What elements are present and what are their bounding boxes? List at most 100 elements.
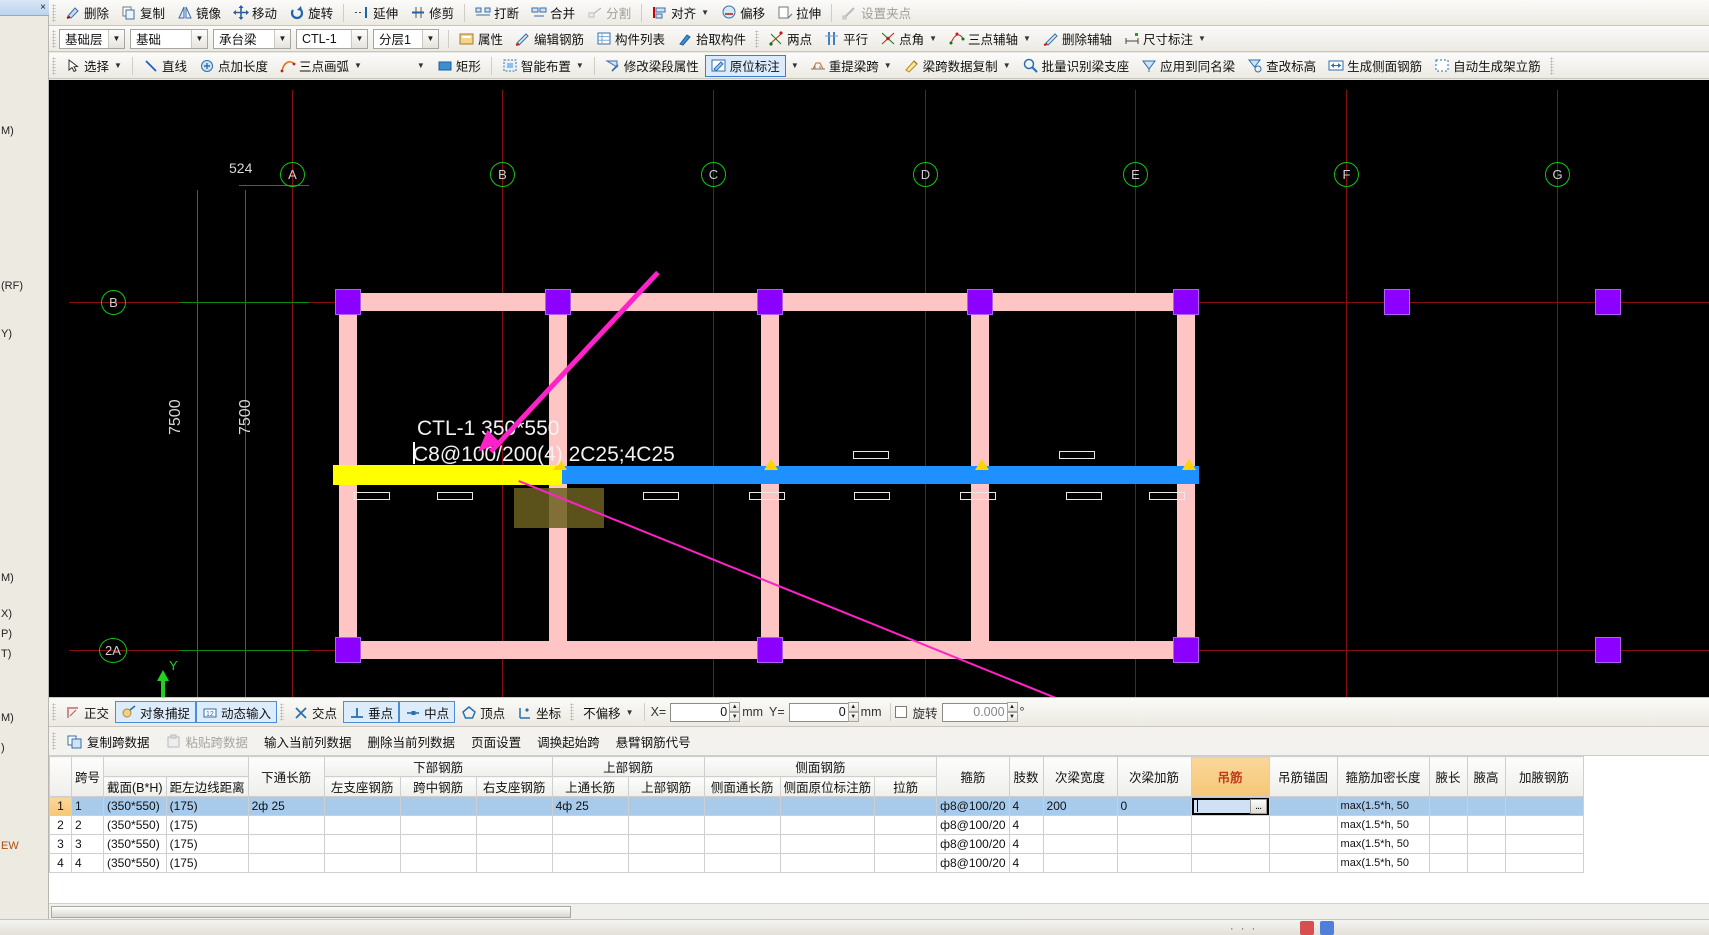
statusbar-grip[interactable] [52,703,56,721]
th-bottom-rebar-group[interactable]: 下部钢筋 [323,756,553,777]
column[interactable] [1595,289,1621,315]
chevron-down-icon[interactable]: ▼ [191,29,207,48]
statusbar-grip[interactable] [570,703,575,721]
rotate-input[interactable]: 0.000 [941,702,1008,722]
cell-haunch-rebar[interactable] [1504,834,1584,854]
chevron-down-icon[interactable]: ▼ [791,61,799,70]
tray-icon-red[interactable] [1300,921,1314,935]
auto-generate-erection-bar-button[interactable]: 自动生成架立筋 [1428,55,1547,77]
th-side-insitu[interactable]: 侧面原位标注筋 [779,776,876,797]
cell-sec-beam-rebar[interactable] [1116,853,1192,873]
re-extract-span-button[interactable]: 重提梁跨 ▼ [804,55,898,77]
statusbar-grip[interactable] [280,703,285,721]
object-snap-toggle[interactable]: 对象捕捉 [115,701,197,723]
column[interactable] [1384,289,1410,315]
cantilever-rebar-code-button[interactable]: 悬臂钢筋代号 [608,730,699,752]
check-elevation-button[interactable]: 查改标高 [1241,55,1322,77]
generate-side-rebar-button[interactable]: 生成侧面钢筋 [1322,55,1428,77]
th-top-rebar[interactable]: 上部钢筋 [627,776,705,797]
toolbar-grip[interactable] [52,3,56,22]
th-legs[interactable]: 肢数 [1008,756,1044,797]
column[interactable] [1595,637,1621,663]
trim-button[interactable]: 修剪 [404,2,460,24]
cell-top-rebar[interactable] [627,796,705,816]
cell-bottom-left[interactable] [323,815,401,835]
cell-legs[interactable]: 4 [1008,834,1044,854]
cell-bottom-through[interactable]: 2ф 25 [247,796,325,816]
cell-bottom-through[interactable] [247,815,325,835]
cell-bottom-right[interactable] [475,815,553,835]
cell-hanger-anchor[interactable] [1268,834,1338,854]
copy-button[interactable]: 复制 [115,2,171,24]
cell-section[interactable]: (350*550) [103,815,167,835]
properties-button[interactable]: 属性 [453,28,509,50]
cell-hanger[interactable] [1190,815,1270,835]
cell-stirrup-dense-len[interactable]: max(1.5*h, 50 [1336,796,1430,816]
row-header[interactable]: 3 [49,834,72,854]
chevron-down-icon[interactable]: ▼ [1003,61,1011,70]
select-button[interactable]: 选择 ▼ [59,55,128,77]
chevron-down-icon[interactable]: ▼ [701,8,709,17]
th-haunch-len[interactable]: 腋长 [1428,756,1468,797]
cell-side-through[interactable] [703,796,781,816]
chevron-down-icon[interactable]: ▼ [422,29,438,48]
cell-span-no[interactable]: 2 [70,815,105,835]
column[interactable] [967,289,993,315]
cell-hanger-anchor[interactable] [1268,853,1338,873]
highlighted-beam-segment[interactable] [562,466,1199,484]
cell-side-insitu[interactable] [779,815,876,835]
th-stirrup-dense-len[interactable]: 箍筋加密长度 [1336,756,1430,797]
chevron-down-icon[interactable]: ▼ [417,61,425,70]
layer-select[interactable]: 分层1 ▼ [373,28,439,49]
cell-bottom-left[interactable] [323,796,401,816]
parallel-button[interactable]: 平行 [818,28,874,50]
th-bottom-left[interactable]: 左支座钢筋 [323,776,401,797]
table-row[interactable]: 3 3 (350*550) (175) ф8@100/20 4 max(1.5*… [49,834,1584,854]
merge-button[interactable]: 合并 [525,2,581,24]
row-header[interactable]: 1 [49,796,72,816]
cell-bottom-right[interactable] [475,834,553,854]
horizontal-scrollbar[interactable] [49,903,1709,919]
coordinate-snap-toggle[interactable]: 坐标 [511,701,567,723]
cell-side-through[interactable] [703,834,781,854]
cell-dist-left[interactable]: (175) [165,834,249,854]
cell-sec-beam-rebar[interactable]: 0 [1116,796,1192,816]
cell-stirrup-dense-len[interactable]: max(1.5*h, 50 [1336,853,1430,873]
cell-stirrup-dense-len[interactable]: max(1.5*h, 50 [1336,834,1430,854]
cell-haunch-height[interactable] [1466,815,1506,835]
rotate-spinner[interactable]: ▲ ▼ [1006,702,1018,722]
ellipsis-button[interactable]: ... [1249,798,1267,814]
th-top-rebar-group[interactable]: 上部钢筋 [551,756,705,777]
point-angle-button[interactable]: 点角 ▼ [874,28,943,50]
table-row[interactable]: 2 2 (350*550) (175) ф8@100/20 4 max(1.5*… [49,815,1584,835]
th-hanger-anchor[interactable]: 吊筋锚固 [1268,756,1338,797]
cell-bottom-mid[interactable] [399,815,477,835]
chevron-down-icon[interactable]: ▼ [114,61,122,70]
th-sec-beam-rebar[interactable]: 次梁加筋 [1116,756,1192,797]
cell-han48ger-anchor[interactable] [1268,815,1338,835]
tray-icon-blue[interactable] [1320,921,1334,935]
mirror-button[interactable]: 镜像 [171,2,227,24]
grip-point-button[interactable]: 设置夹点 [836,2,917,24]
cell-stirrup[interactable]: ф8@100/20 [936,796,1010,816]
cell-side-insitu[interactable] [779,834,876,854]
cell-sec-beam-width[interactable] [1042,815,1118,835]
table-row[interactable]: 4 4 (350*550) (175) ф8@100/20 4 max(1.5*… [49,853,1584,873]
cell-tie[interactable] [874,853,938,873]
chevron-down-icon[interactable]: ▼ [274,29,290,48]
cell-side-insitu[interactable] [779,796,876,816]
resize-grip[interactable]: · · · [1230,923,1257,935]
toolbar-grip[interactable] [755,29,760,48]
batch-recognize-support-button[interactable]: 批量识别梁支座 [1017,55,1136,77]
cell-tie[interactable] [874,796,938,816]
th-side-rebar-group[interactable]: 侧面钢筋 [703,756,938,777]
row-header[interactable]: 4 [49,853,72,873]
cell-side-through[interactable] [703,853,781,873]
cell-dist-left[interactable]: (175) [165,815,249,835]
th-side-through[interactable]: 侧面通长筋 [703,776,781,797]
cell-hanger[interactable] [1190,834,1270,854]
cell-tie[interactable] [874,815,938,835]
scrollbar-thumb[interactable] [51,906,571,918]
cell-dist-left[interactable]: (175) [165,853,249,873]
cell-bottom-left[interactable] [323,834,401,854]
